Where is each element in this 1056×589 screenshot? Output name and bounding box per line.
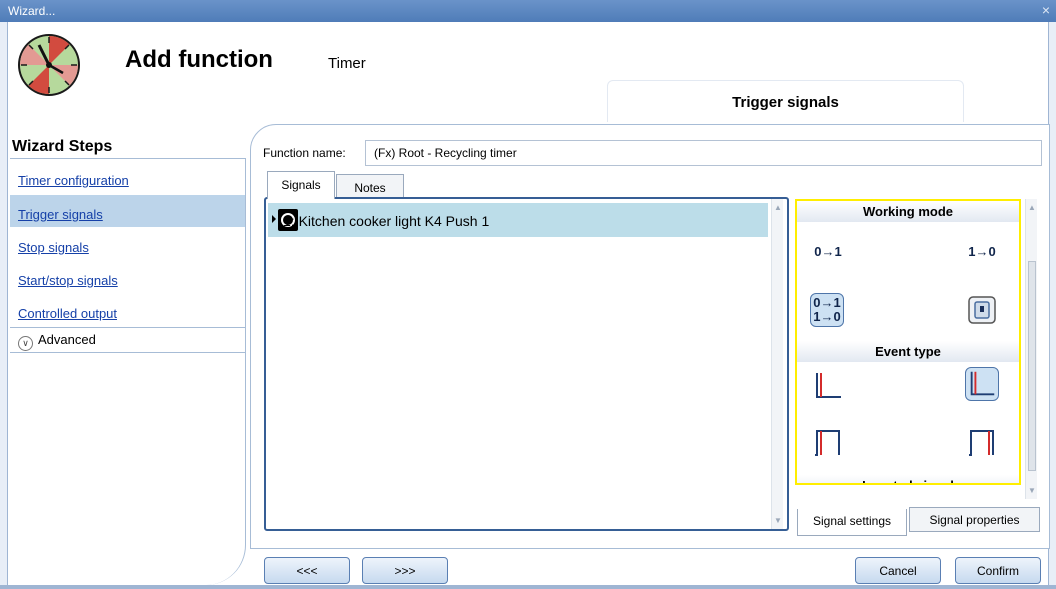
inverted-signal-header: Inverted signal <box>797 475 1019 483</box>
advanced-label: Advanced <box>38 332 96 347</box>
previous-step-button[interactable]: <<< <box>264 557 350 584</box>
sidebar-title: Wizard Steps <box>12 138 113 155</box>
window-frame-bottom <box>0 585 1056 589</box>
pulse-icon <box>815 430 840 456</box>
confirm-button[interactable]: Confirm <box>955 557 1041 584</box>
close-icon[interactable]: × <box>1042 2 1050 18</box>
list-scrollbar[interactable]: ▲ ▼ <box>771 199 783 529</box>
sidebar-item-trigger-signals[interactable]: Trigger signals <box>10 195 245 227</box>
function-name-label: Function name: <box>263 146 346 160</box>
sidebar-item-label[interactable]: Controlled output <box>18 306 117 321</box>
sidebar-item-timer-configuration[interactable]: Timer configuration <box>10 161 245 193</box>
signal-label: 1: Kitchen cooker light K4 Push 1 <box>283 213 490 229</box>
sidebar-item-controlled-output[interactable]: Controlled output <box>10 294 245 326</box>
event-edge-long-button[interactable] <box>965 367 999 401</box>
timer-clock-icon <box>18 34 80 96</box>
mode-switch-button[interactable] <box>965 293 999 327</box>
row-selector-arrow-icon <box>272 215 276 223</box>
signal-settings-panel: Working mode 0→1 1→0 0→1 1→0 Event type <box>795 199 1021 485</box>
settings-scrollbar[interactable]: ▲ ▼ <box>1025 199 1037 499</box>
scroll-thumb[interactable] <box>1028 261 1036 471</box>
scroll-up-icon[interactable]: ▲ <box>1028 203 1036 212</box>
window-title: Wizard... <box>8 4 56 18</box>
event-type-header: Event type <box>797 341 1019 362</box>
scroll-up-icon[interactable]: ▲ <box>774 203 782 212</box>
pulse-end-icon <box>969 430 994 456</box>
edge-short-icon <box>816 373 841 398</box>
mode-both-edges-button[interactable]: 0→1 1→0 <box>810 293 844 327</box>
sidebar-item-label[interactable]: Start/stop signals <box>18 273 118 288</box>
sidebar-item-start-stop-signals[interactable]: Start/stop signals <box>10 261 245 293</box>
mode-both-top-label: 0→1 <box>813 295 841 310</box>
advanced-expander[interactable]: ∨ Advanced <box>10 327 245 353</box>
title-bar: Wizard... × <box>0 0 1056 22</box>
mode-falling-button[interactable]: 1→0 <box>965 235 999 269</box>
tab-signal-settings[interactable]: Signal settings <box>797 509 907 536</box>
scroll-down-icon[interactable]: ▼ <box>1028 486 1036 495</box>
mode-rising-button[interactable]: 0→1 <box>811 235 845 269</box>
event-pulse-end-button[interactable] <box>965 425 999 459</box>
chevron-down-circle-icon[interactable]: ∨ <box>18 336 33 351</box>
sidebar-item-label[interactable]: Timer configuration <box>18 173 129 188</box>
scroll-down-icon[interactable]: ▼ <box>774 516 782 525</box>
tab-signals[interactable]: Signals <box>267 171 335 199</box>
tab-signal-properties[interactable]: Signal properties <box>909 507 1040 532</box>
edge-long-icon <box>970 371 995 396</box>
list-item[interactable]: 1: Kitchen cooker light K4 Push 1 <box>268 203 768 237</box>
mode-both-bottom-label: 1→0 <box>813 309 841 324</box>
event-edge-short-button[interactable] <box>811 369 845 403</box>
next-step-button[interactable]: >>> <box>362 557 448 584</box>
sidebar-item-stop-signals[interactable]: Stop signals <box>10 228 245 260</box>
sidebar-item-label[interactable]: Trigger signals <box>18 207 103 222</box>
sidebar: Timer configuration Trigger signals Stop… <box>10 158 246 585</box>
tab-notes[interactable]: Notes <box>336 174 404 198</box>
window-frame-left <box>0 22 8 589</box>
working-mode-header: Working mode <box>797 201 1019 222</box>
switch-icon <box>968 296 996 324</box>
step-heading: Trigger signals <box>607 80 964 122</box>
page-title: Add function <box>125 46 273 73</box>
sidebar-item-label[interactable]: Stop signals <box>18 240 89 255</box>
event-pulse-button[interactable] <box>811 425 845 459</box>
page-subtitle: Timer <box>328 55 366 72</box>
function-name-input[interactable] <box>365 140 1042 166</box>
signals-list[interactable]: 1: Kitchen cooker light K4 Push 1 ▲ ▼ <box>264 197 789 531</box>
cancel-button[interactable]: Cancel <box>855 557 941 584</box>
